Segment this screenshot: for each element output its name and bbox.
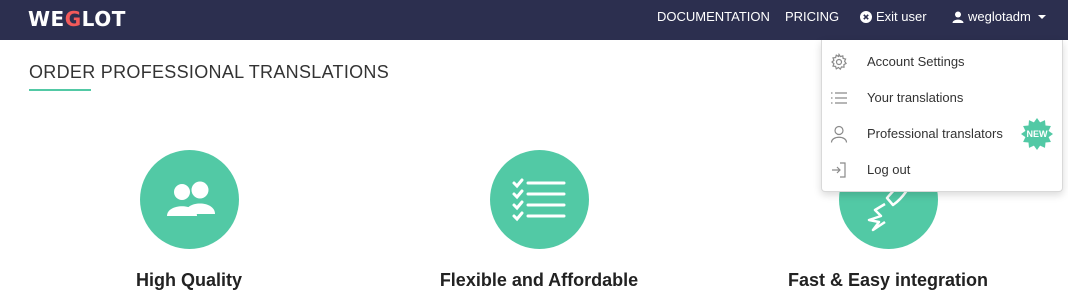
flexible-affordable-title: Flexible and Affordable: [439, 270, 639, 290]
your-translations-label: Your translations: [867, 90, 964, 105]
users-icon: [167, 181, 215, 216]
account-settings-label: Account Settings: [867, 54, 965, 69]
documentation-link[interactable]: DOCUMENTATION: [657, 0, 770, 40]
gear-icon: [831, 53, 847, 71]
fast-easy-title: Fast & Easy integration: [787, 270, 989, 290]
username-label: weglotadm: [968, 9, 1031, 24]
title-underline: [29, 89, 91, 91]
dropdown-item-professional-translators[interactable]: Professional translators NEW: [822, 116, 1062, 152]
user-icon: [952, 11, 964, 23]
caret-down-icon: [1037, 15, 1046, 19]
logo-text-accent: G: [64, 7, 82, 31]
new-badge-text: NEW: [1027, 129, 1049, 139]
list-icon: [831, 92, 847, 104]
high-quality-title: High Quality: [135, 270, 242, 290]
logo-text-end: LOT: [81, 7, 126, 31]
user-dropdown-menu: Account Settings Your translations Profe…: [821, 40, 1063, 192]
dropdown-item-log-out[interactable]: Log out: [822, 152, 1062, 188]
close-circle-icon: [860, 11, 872, 23]
exit-user-label: Exit user: [876, 9, 927, 24]
new-badge: NEW: [1021, 118, 1053, 150]
user-outline-icon: [830, 125, 848, 143]
page-title: ORDER PROFESSIONAL TRANSLATIONS: [29, 62, 390, 82]
checklist-icon: [512, 178, 566, 222]
log-out-label: Log out: [867, 162, 911, 177]
high-quality-circle: [140, 150, 239, 249]
top-navbar: WEGLOT DOCUMENTATION PRICING Exit user w…: [0, 0, 1068, 40]
logo-text-start: WE: [28, 7, 65, 31]
pricing-link[interactable]: PRICING: [785, 0, 839, 40]
weglot-logo[interactable]: WEGLOT: [28, 7, 126, 31]
flexible-affordable-circle: [490, 150, 589, 249]
logout-icon: [832, 162, 846, 178]
professional-translators-label: Professional translators: [867, 126, 1003, 141]
dropdown-item-account-settings[interactable]: Account Settings: [822, 44, 1062, 80]
user-menu-toggle[interactable]: weglotadm: [952, 0, 1046, 40]
dropdown-item-your-translations[interactable]: Your translations: [822, 80, 1062, 116]
exit-user-link[interactable]: Exit user: [860, 0, 927, 40]
